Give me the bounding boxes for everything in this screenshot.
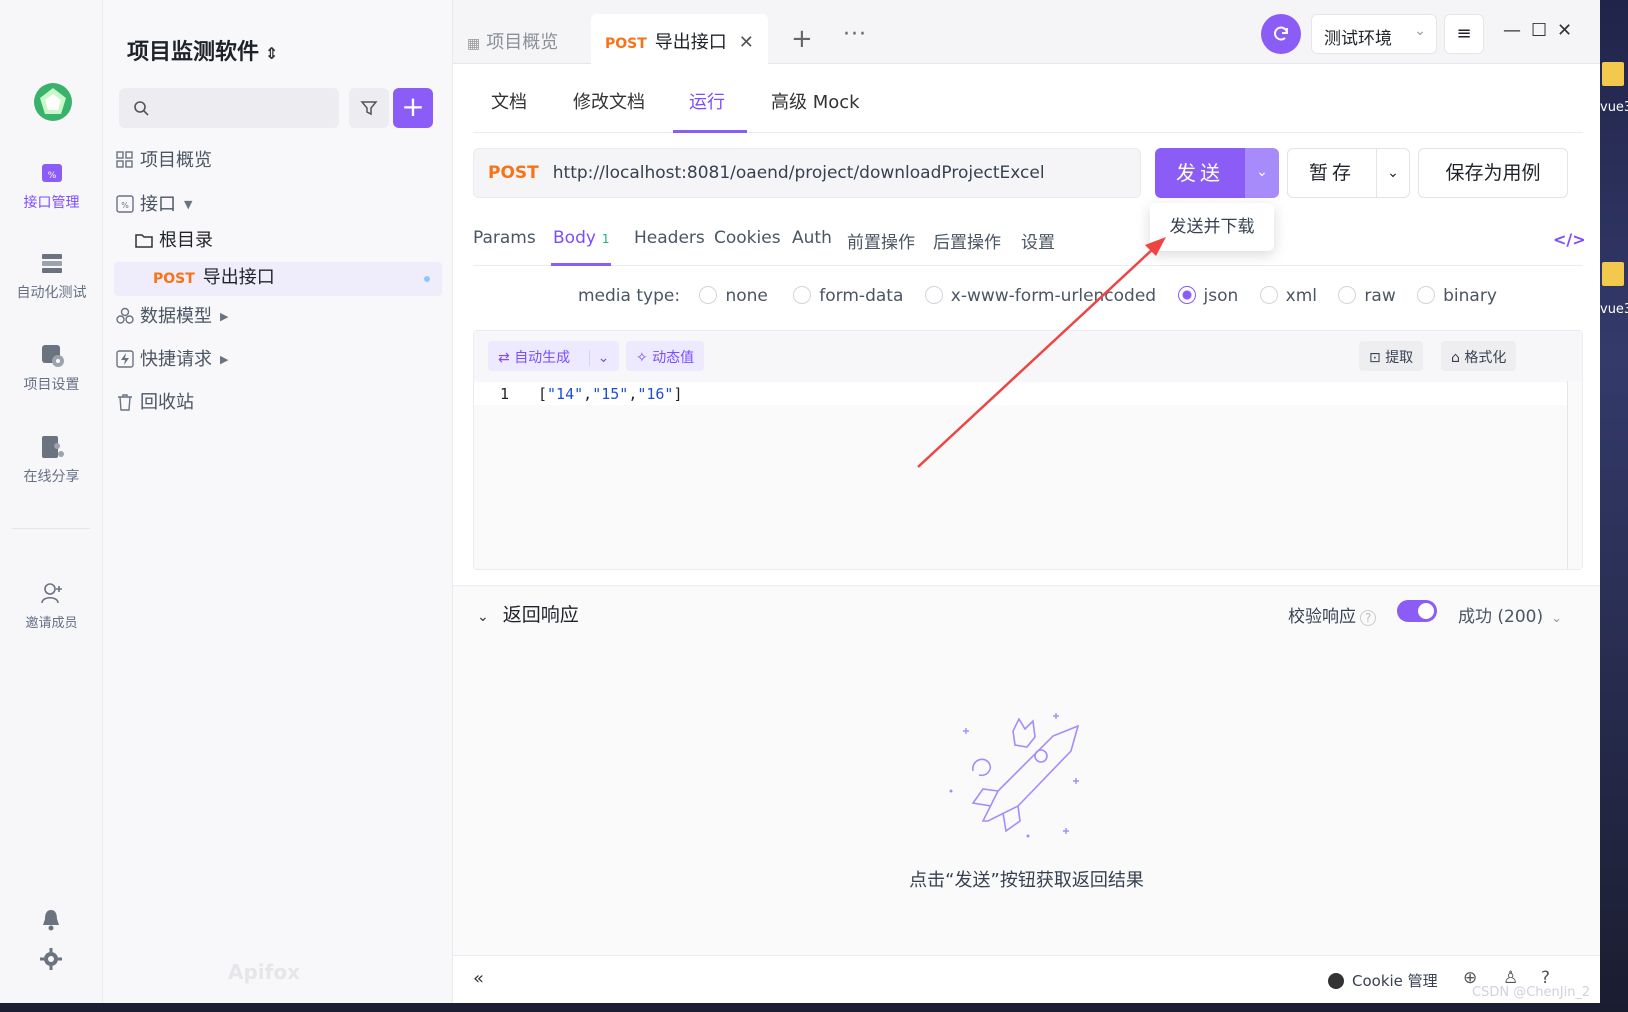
- desktop-folder-icon[interactable]: [1602, 262, 1624, 286]
- annotation-arrow: [917, 237, 1166, 468]
- desktop-icon-label: vue3: [1600, 100, 1628, 115]
- desktop-background: vue3 vue3: [1600, 0, 1628, 1012]
- csdn-credit: CSDN @ChenJin_2: [1472, 985, 1591, 1000]
- desktop-folder-icon[interactable]: [1602, 62, 1624, 86]
- apifox-window: % 接口管理 自动化测试 项目设置 在线分享 邀请成员 项目监测软件 ⇕ + 项…: [0, 0, 1600, 1003]
- desktop-icon-label: vue3: [1600, 302, 1628, 317]
